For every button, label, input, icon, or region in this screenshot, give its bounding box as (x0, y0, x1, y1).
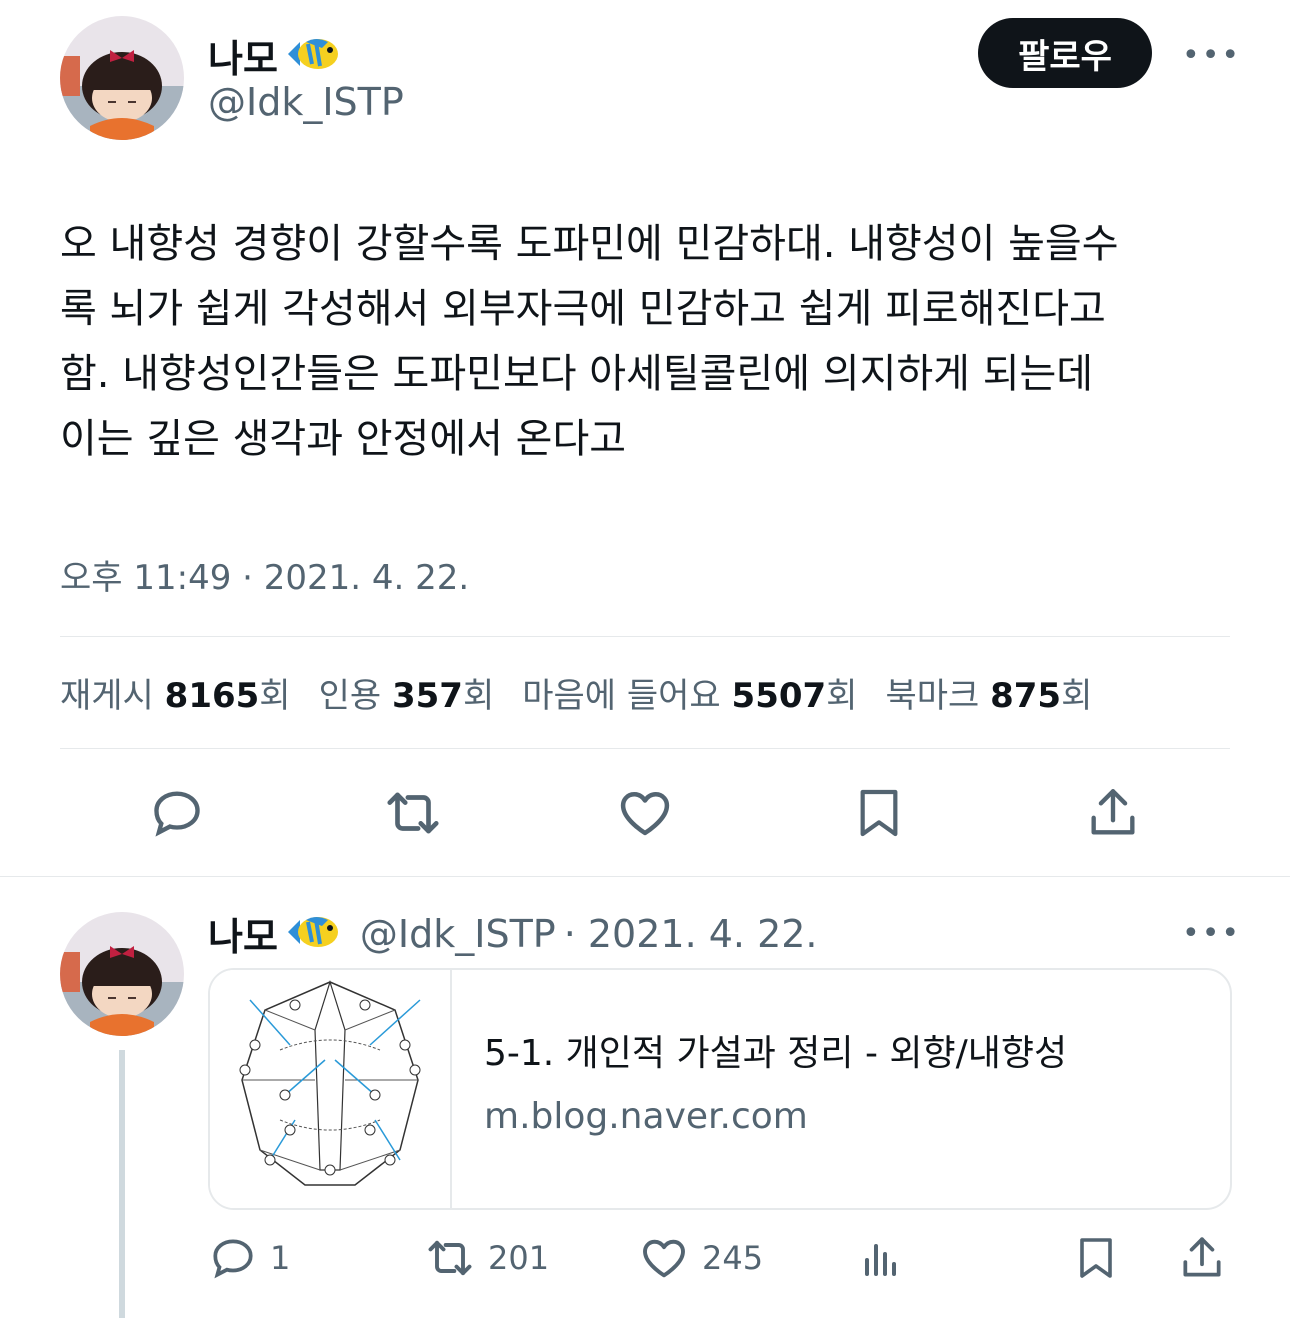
link-preview-card[interactable]: 5-1. 개인적 가설과 정리 - 외향/내향성 m.blog.naver.co… (208, 968, 1232, 1210)
tweet-text: 오 내향성 경향이 강할수록 도파민에 민감하대. 내향성이 높을수 록 뇌가 … (60, 221, 1119, 462)
fish-emoji-icon (286, 34, 342, 78)
reply-count: 1 (270, 1239, 291, 1277)
author-avatar[interactable] (60, 16, 184, 140)
reply-retweet-button[interactable]: 201 (424, 1232, 549, 1284)
reply-like-button[interactable]: 245 (638, 1232, 763, 1284)
card-thumbnail-image (210, 970, 452, 1208)
author-name[interactable]: 나모 (208, 28, 278, 83)
share-icon (1183, 1237, 1221, 1277)
retweet-icon (428, 1240, 472, 1276)
divider (0, 876, 1290, 877)
reply-more-options-icon[interactable]: ••• (1182, 916, 1241, 951)
bookmarks-stat[interactable]: 북마크 875회 (885, 668, 1092, 717)
fish-emoji-icon (286, 912, 342, 956)
follow-button[interactable]: 팔로우 (978, 18, 1152, 88)
retweet-icon (387, 792, 439, 834)
retweets-stat[interactable]: 재게시 8165회 (60, 668, 291, 717)
card-domain: m.blog.naver.com (484, 1096, 808, 1137)
author-handle[interactable]: @Idk_ISTP (208, 80, 404, 124)
bookmark-button[interactable] (848, 782, 910, 844)
like-button[interactable] (614, 782, 676, 844)
reply-views-button[interactable] (856, 1232, 906, 1284)
reply-button[interactable] (146, 782, 208, 844)
bookmark-icon (1080, 1238, 1112, 1278)
retweet-button[interactable] (382, 782, 444, 844)
heart-icon (643, 1239, 685, 1278)
reply-author-handle[interactable]: @Idk_ISTP (360, 912, 556, 956)
reply-share-button[interactable] (1176, 1232, 1228, 1284)
retweet-count: 201 (488, 1239, 550, 1277)
reply-icon (213, 1239, 253, 1279)
reply-icon (154, 791, 200, 837)
share-button[interactable] (1082, 782, 1144, 844)
bookmark-icon (860, 789, 898, 837)
reply-author-avatar[interactable] (60, 912, 184, 1036)
more-options-icon[interactable]: ••• (1182, 38, 1241, 73)
divider (60, 636, 1230, 637)
share-icon (1091, 789, 1135, 835)
analytics-icon (865, 1244, 896, 1276)
tweet-timestamp[interactable]: 오후 11:49 · 2021. 4. 22. (60, 550, 469, 599)
heart-icon (620, 792, 670, 836)
like-count: 245 (702, 1239, 764, 1277)
reply-bookmark-button[interactable] (1070, 1232, 1122, 1284)
engagement-stats: 재게시 8165회 인용 357회 마음에 들어요 5507회 북마크 875회 (60, 668, 1092, 717)
reply-author-name[interactable]: 나모 (208, 906, 278, 961)
card-title: 5-1. 개인적 가설과 정리 - 외향/내향성 (484, 1033, 1068, 1074)
quotes-stat[interactable]: 인용 357회 (319, 668, 495, 717)
reply-date[interactable]: · 2021. 4. 22. (564, 912, 818, 956)
thread-line (119, 1050, 125, 1318)
divider (60, 748, 1230, 749)
reply-reply-button[interactable]: 1 (208, 1232, 290, 1284)
likes-stat[interactable]: 마음에 들어요 5507회 (522, 668, 857, 717)
